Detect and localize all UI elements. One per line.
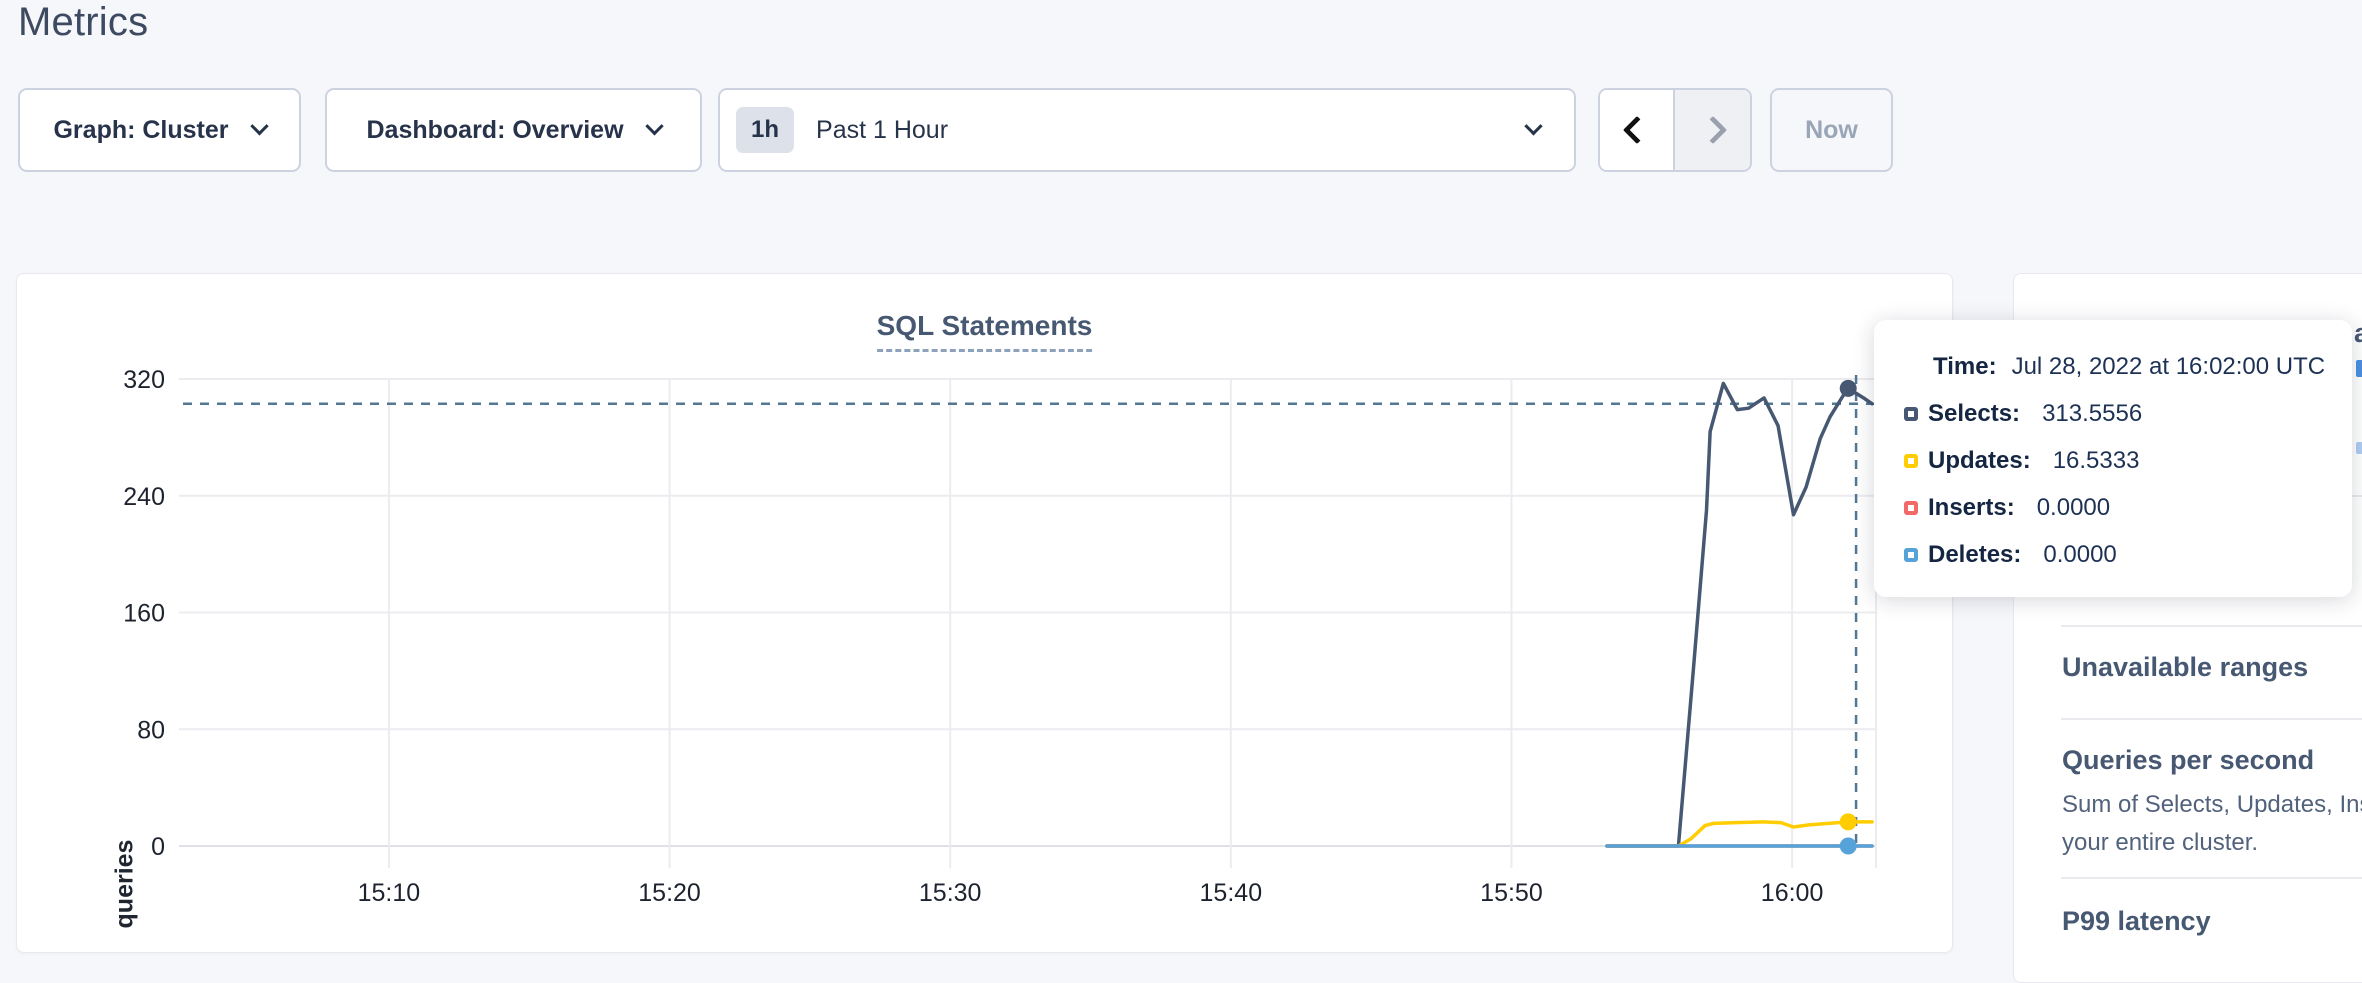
tooltip-series-row: Inserts: 0.0000 (1874, 484, 2352, 531)
divider (2061, 718, 2362, 720)
chevron-left-icon (1622, 116, 1650, 144)
tooltip-time-row: Time: Jul 28, 2022 at 16:02:00 UTC (1874, 343, 2352, 390)
tooltip-series-value: 16.5333 (2053, 447, 2140, 475)
graph-scope-dropdown-label: Graph: Cluster (53, 116, 228, 145)
time-window-pager (1598, 88, 1752, 172)
dashboard-dropdown[interactable]: Dashboard: Overview (325, 88, 702, 172)
tooltip-series-row: Selects: 313.5556 (1874, 390, 2352, 437)
tooltip-series-value: 313.5556 (2042, 400, 2142, 428)
sidebar-heading-unavailable-ranges: Unavailable ranges (2062, 652, 2308, 683)
chevron-down-icon (645, 117, 663, 135)
next-time-window-button-disabled[interactable] (1675, 90, 1750, 170)
svg-text:15:30: 15:30 (919, 879, 982, 907)
clipped-link-fragment (2356, 442, 2362, 454)
svg-text:16:00: 16:00 (1761, 879, 1824, 907)
tooltip-series-value: 0.0000 (2037, 494, 2110, 522)
selects-series-swatch-icon (1904, 407, 1918, 421)
sql-statements-chart-card: SQL Statements queries 08016024032015:10… (16, 273, 1953, 953)
sidebar-description-line: your entire cluster. (2062, 824, 2258, 862)
chevron-down-icon (250, 117, 268, 135)
svg-text:15:50: 15:50 (1480, 879, 1543, 907)
dashboard-dropdown-label: Dashboard: Overview (366, 116, 623, 145)
inserts-series-swatch-icon (1904, 501, 1918, 515)
sidebar-heading-queries-per-second: Queries per second (2062, 745, 2314, 776)
chart-plot-area[interactable]: 0 80 160 240 320 15:10 15:20 15:30 15:40 15:50 16:… (17, 274, 1954, 954)
tooltip-series-row: Updates: 16.5333 (1874, 437, 2352, 484)
deletes-series-swatch-icon (1904, 548, 1918, 562)
svg-text:80: 80 (137, 716, 165, 744)
sidebar-description-line: Sum of Selects, Updates, Inser (2062, 786, 2362, 824)
clipped-heading-fragment: a (2354, 318, 2362, 349)
chart-hover-tooltip: Time: Jul 28, 2022 at 16:02:00 UTC Selec… (1874, 320, 2352, 597)
tooltip-series-row: Deletes: 0.0000 (1874, 531, 2352, 578)
chevron-right-icon (1698, 116, 1726, 144)
time-range-dropdown[interactable]: 1h Past 1 Hour (718, 88, 1576, 172)
tooltip-series-label: Selects: (1928, 400, 2020, 428)
svg-text:320: 320 (123, 366, 165, 394)
tooltip-time-value: Jul 28, 2022 at 16:02:00 UTC (2012, 353, 2326, 381)
svg-text:15:20: 15:20 (638, 879, 701, 907)
previous-time-window-button[interactable] (1600, 90, 1675, 170)
sidebar-heading-p99-latency: P99 latency (2062, 906, 2211, 937)
page-title: Metrics (18, 0, 148, 45)
now-button[interactable]: Now (1770, 88, 1893, 172)
tooltip-series-label: Updates: (1928, 447, 2031, 475)
updates-series-swatch-icon (1904, 454, 1918, 468)
tooltip-series-value: 0.0000 (2043, 541, 2116, 569)
svg-text:15:40: 15:40 (1200, 879, 1263, 907)
tooltip-series-label: Deletes: (1928, 541, 2021, 569)
svg-text:240: 240 (123, 483, 165, 511)
clipped-link-fragment (2356, 360, 2362, 377)
graph-scope-dropdown[interactable]: Graph: Cluster (18, 88, 301, 172)
divider (2061, 877, 2362, 879)
svg-text:160: 160 (123, 600, 165, 628)
tooltip-series-label: Inserts: (1928, 494, 2015, 522)
svg-text:0: 0 (151, 833, 165, 861)
divider (2061, 625, 2362, 627)
svg-text:15:10: 15:10 (358, 879, 421, 907)
chevron-down-icon (1524, 117, 1542, 135)
time-range-badge: 1h (736, 107, 794, 153)
tooltip-time-label: Time: (1933, 353, 1997, 381)
time-range-label: Past 1 Hour (816, 116, 1527, 145)
